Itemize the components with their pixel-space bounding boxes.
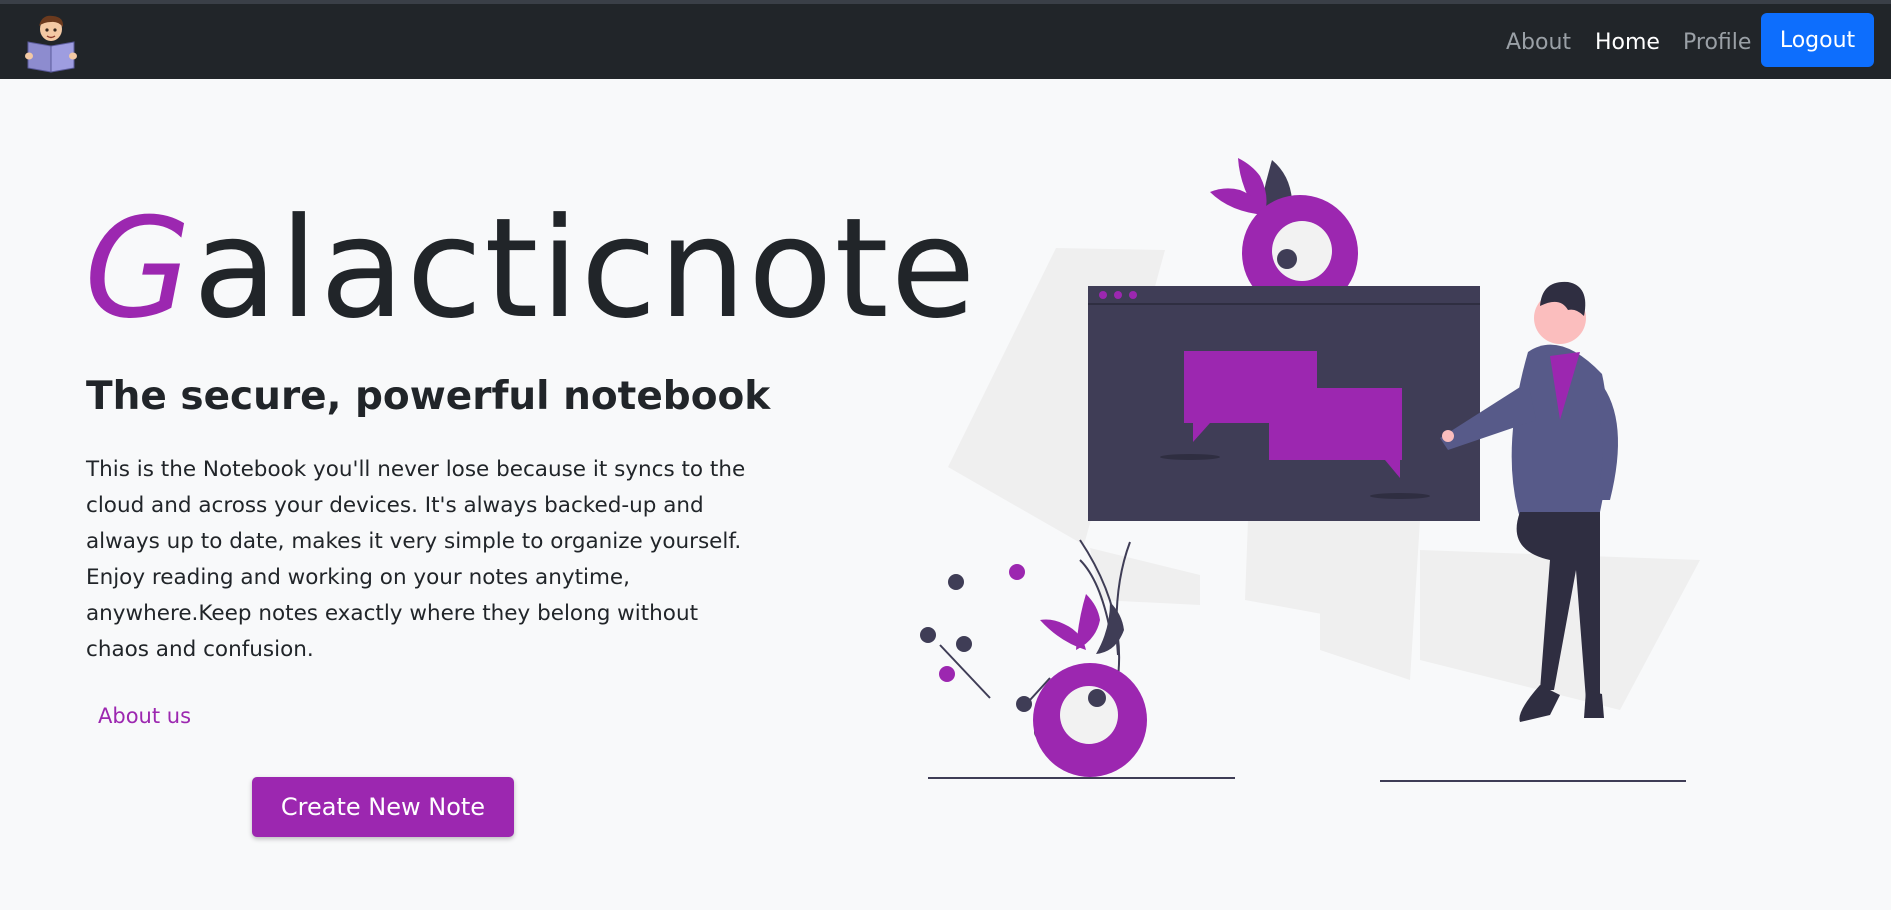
about-us-link[interactable]: About us bbox=[98, 704, 191, 728]
hero-subtitle: The secure, powerful notebook bbox=[86, 374, 771, 419]
hero-description: This is the Notebook you'll never lose b… bbox=[86, 457, 746, 662]
browser-window bbox=[1088, 286, 1480, 521]
create-new-note-button[interactable]: Create New Note bbox=[252, 777, 514, 837]
brand-title-rest: alacticnote bbox=[192, 188, 978, 349]
nav-link-about[interactable]: About bbox=[1506, 30, 1571, 55]
nav-link-profile[interactable]: Profile bbox=[1683, 30, 1751, 55]
reading-person-logo-icon[interactable] bbox=[22, 12, 80, 74]
notebook-chat-illustration bbox=[920, 158, 1700, 782]
logout-button[interactable]: Logout bbox=[1761, 13, 1874, 67]
brand-title-initial: G bbox=[84, 188, 193, 349]
brand-title: Galacticnote bbox=[84, 200, 978, 338]
navbar: About Home Profile Logout bbox=[0, 4, 1891, 79]
nav-link-home[interactable]: Home bbox=[1595, 30, 1660, 55]
